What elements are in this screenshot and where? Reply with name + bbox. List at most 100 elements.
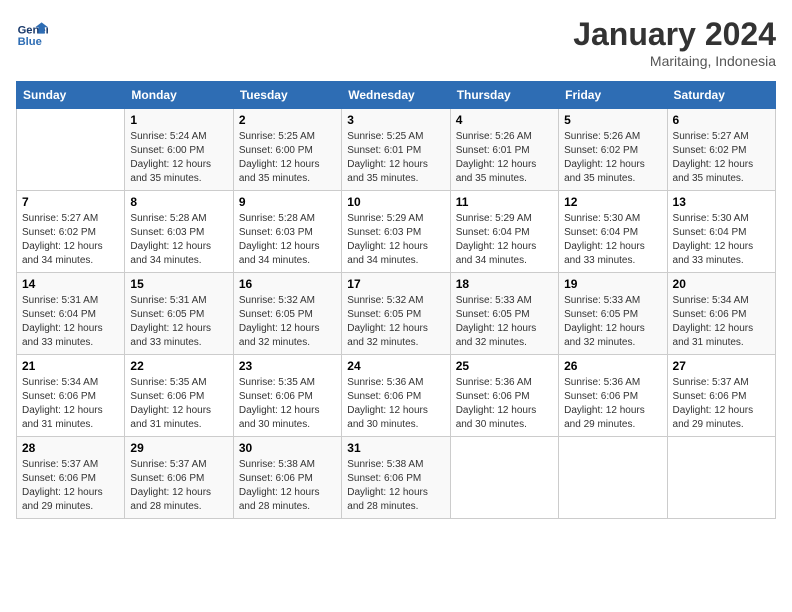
day-number: 1: [130, 113, 227, 127]
location-subtitle: Maritaing, Indonesia: [573, 53, 776, 69]
day-info: Sunrise: 5:26 AMSunset: 6:02 PMDaylight:…: [564, 130, 661, 186]
calendar-cell: 25 Sunrise: 5:36 AMSunset: 6:06 PMDayligh…: [450, 355, 558, 437]
calendar-cell: 11 Sunrise: 5:29 AMSunset: 6:04 PMDayligh…: [450, 191, 558, 273]
calendar-cell: 7Sunrise: 5:27 AMSunset: 6:02 PMDaylight…: [17, 191, 125, 273]
calendar-cell: 4Sunrise: 5:26 AMSunset: 6:01 PMDaylight…: [450, 109, 558, 191]
day-info: Sunrise: 5:31 AMSunset: 6:05 PMDaylight:…: [130, 294, 227, 350]
day-number: 11: [456, 195, 553, 209]
calendar-cell: 22 Sunrise: 5:35 AMSunset: 6:06 PMDayligh…: [125, 355, 233, 437]
day-number: 30: [239, 441, 336, 455]
day-number: 20: [673, 277, 770, 291]
day-info: Sunrise: 5:32 AMSunset: 6:05 PMDaylight:…: [347, 294, 444, 350]
day-info: Sunrise: 5:33 AMSunset: 6:05 PMDaylight:…: [564, 294, 661, 350]
day-info: Sunrise: 5:30 AMSunset: 6:04 PMDaylight:…: [564, 212, 661, 268]
calendar-cell: 3 Sunrise: 5:25 AMSunset: 6:01 PMDaylight…: [342, 109, 450, 191]
title-area: January 2024 Maritaing, Indonesia: [573, 16, 776, 69]
calendar-cell: 2Sunrise: 5:25 AMSunset: 6:00 PMDaylight…: [233, 109, 341, 191]
day-number: 23: [239, 359, 336, 373]
day-info: Sunrise: 5:30 AMSunset: 6:04 PMDaylight:…: [673, 212, 770, 268]
day-number: 17: [347, 277, 444, 291]
calendar-cell: 23 Sunrise: 5:35 AMSunset: 6:06 PMDayligh…: [233, 355, 341, 437]
calendar-cell: [667, 437, 775, 519]
calendar-cell: 10 Sunrise: 5:29 AMSunset: 6:03 PMDayligh…: [342, 191, 450, 273]
day-number: 28: [22, 441, 119, 455]
day-number: 27: [673, 359, 770, 373]
header-saturday: Saturday: [667, 82, 775, 109]
day-info: Sunrise: 5:29 AMSunset: 6:03 PMDaylight:…: [347, 212, 444, 268]
day-info: Sunrise: 5:27 AMSunset: 6:02 PMDaylight:…: [673, 130, 770, 186]
calendar-cell: 5 Sunrise: 5:26 AMSunset: 6:02 PMDaylight…: [559, 109, 667, 191]
calendar-cell: 21Sunrise: 5:34 AMSunset: 6:06 PMDayligh…: [17, 355, 125, 437]
calendar-cell: 16 Sunrise: 5:32 AMSunset: 6:05 PMDayligh…: [233, 273, 341, 355]
calendar-cell: 31Sunrise: 5:38 AMSunset: 6:06 PMDayligh…: [342, 437, 450, 519]
day-number: 31: [347, 441, 444, 455]
calendar-cell: 12Sunrise: 5:30 AMSunset: 6:04 PMDayligh…: [559, 191, 667, 273]
calendar-cell: 27 Sunrise: 5:37 AMSunset: 6:06 PMDayligh…: [667, 355, 775, 437]
day-number: 24: [347, 359, 444, 373]
header-wednesday: Wednesday: [342, 82, 450, 109]
calendar-week-row: 21Sunrise: 5:34 AMSunset: 6:06 PMDayligh…: [17, 355, 776, 437]
calendar-week-row: 14 Sunrise: 5:31 AMSunset: 6:04 PMDayligh…: [17, 273, 776, 355]
day-number: 5: [564, 113, 661, 127]
calendar-cell: [17, 109, 125, 191]
header-monday: Monday: [125, 82, 233, 109]
day-number: 10: [347, 195, 444, 209]
day-number: 26: [564, 359, 661, 373]
day-number: 6: [673, 113, 770, 127]
month-title: January 2024: [573, 16, 776, 53]
calendar-cell: 17 Sunrise: 5:32 AMSunset: 6:05 PMDayligh…: [342, 273, 450, 355]
calendar-cell: 19 Sunrise: 5:33 AMSunset: 6:05 PMDayligh…: [559, 273, 667, 355]
day-info: Sunrise: 5:27 AMSunset: 6:02 PMDaylight:…: [22, 212, 119, 268]
calendar-cell: 30 Sunrise: 5:38 AMSunset: 6:06 PMDayligh…: [233, 437, 341, 519]
day-info: Sunrise: 5:26 AMSunset: 6:01 PMDaylight:…: [456, 130, 553, 186]
day-number: 14: [22, 277, 119, 291]
day-info: Sunrise: 5:35 AMSunset: 6:06 PMDaylight:…: [130, 376, 227, 432]
calendar-cell: 26 Sunrise: 5:36 AMSunset: 6:06 PMDayligh…: [559, 355, 667, 437]
day-info: Sunrise: 5:31 AMSunset: 6:04 PMDaylight:…: [22, 294, 119, 350]
day-number: 8: [130, 195, 227, 209]
calendar-week-row: 1Sunrise: 5:24 AMSunset: 6:00 PMDaylight…: [17, 109, 776, 191]
calendar-header-row: Sunday Monday Tuesday Wednesday Thursday…: [17, 82, 776, 109]
logo-icon: General Blue: [16, 16, 48, 48]
day-info: Sunrise: 5:35 AMSunset: 6:06 PMDaylight:…: [239, 376, 336, 432]
calendar-cell: 14 Sunrise: 5:31 AMSunset: 6:04 PMDayligh…: [17, 273, 125, 355]
day-number: 18: [456, 277, 553, 291]
calendar-cell: 9Sunrise: 5:28 AMSunset: 6:03 PMDaylight…: [233, 191, 341, 273]
header-thursday: Thursday: [450, 82, 558, 109]
calendar-cell: 28 Sunrise: 5:37 AMSunset: 6:06 PMDayligh…: [17, 437, 125, 519]
day-info: Sunrise: 5:33 AMSunset: 6:05 PMDaylight:…: [456, 294, 553, 350]
day-info: Sunrise: 5:36 AMSunset: 6:06 PMDaylight:…: [347, 376, 444, 432]
calendar-cell: 18 Sunrise: 5:33 AMSunset: 6:05 PMDayligh…: [450, 273, 558, 355]
day-info: Sunrise: 5:32 AMSunset: 6:05 PMDaylight:…: [239, 294, 336, 350]
calendar-cell: [559, 437, 667, 519]
day-info: Sunrise: 5:28 AMSunset: 6:03 PMDaylight:…: [130, 212, 227, 268]
day-number: 13: [673, 195, 770, 209]
day-info: Sunrise: 5:36 AMSunset: 6:06 PMDaylight:…: [456, 376, 553, 432]
day-number: 16: [239, 277, 336, 291]
calendar-cell: 15Sunrise: 5:31 AMSunset: 6:05 PMDayligh…: [125, 273, 233, 355]
calendar-cell: 13 Sunrise: 5:30 AMSunset: 6:04 PMDayligh…: [667, 191, 775, 273]
calendar-cell: 1Sunrise: 5:24 AMSunset: 6:00 PMDaylight…: [125, 109, 233, 191]
day-info: Sunrise: 5:37 AMSunset: 6:06 PMDaylight:…: [130, 458, 227, 514]
calendar-week-row: 28 Sunrise: 5:37 AMSunset: 6:06 PMDayligh…: [17, 437, 776, 519]
day-number: 22: [130, 359, 227, 373]
header-friday: Friday: [559, 82, 667, 109]
calendar-cell: 29Sunrise: 5:37 AMSunset: 6:06 PMDayligh…: [125, 437, 233, 519]
day-info: Sunrise: 5:36 AMSunset: 6:06 PMDaylight:…: [564, 376, 661, 432]
day-info: Sunrise: 5:25 AMSunset: 6:00 PMDaylight:…: [239, 130, 336, 186]
day-number: 19: [564, 277, 661, 291]
calendar-cell: 24 Sunrise: 5:36 AMSunset: 6:06 PMDayligh…: [342, 355, 450, 437]
day-info: Sunrise: 5:38 AMSunset: 6:06 PMDaylight:…: [239, 458, 336, 514]
day-info: Sunrise: 5:34 AMSunset: 6:06 PMDaylight:…: [673, 294, 770, 350]
day-number: 25: [456, 359, 553, 373]
header-sunday: Sunday: [17, 82, 125, 109]
day-info: Sunrise: 5:37 AMSunset: 6:06 PMDaylight:…: [22, 458, 119, 514]
day-info: Sunrise: 5:25 AMSunset: 6:01 PMDaylight:…: [347, 130, 444, 186]
day-info: Sunrise: 5:29 AMSunset: 6:04 PMDaylight:…: [456, 212, 553, 268]
day-info: Sunrise: 5:37 AMSunset: 6:06 PMDaylight:…: [673, 376, 770, 432]
day-info: Sunrise: 5:34 AMSunset: 6:06 PMDaylight:…: [22, 376, 119, 432]
calendar-week-row: 7Sunrise: 5:27 AMSunset: 6:02 PMDaylight…: [17, 191, 776, 273]
header-tuesday: Tuesday: [233, 82, 341, 109]
svg-text:Blue: Blue: [18, 36, 42, 48]
day-number: 3: [347, 113, 444, 127]
